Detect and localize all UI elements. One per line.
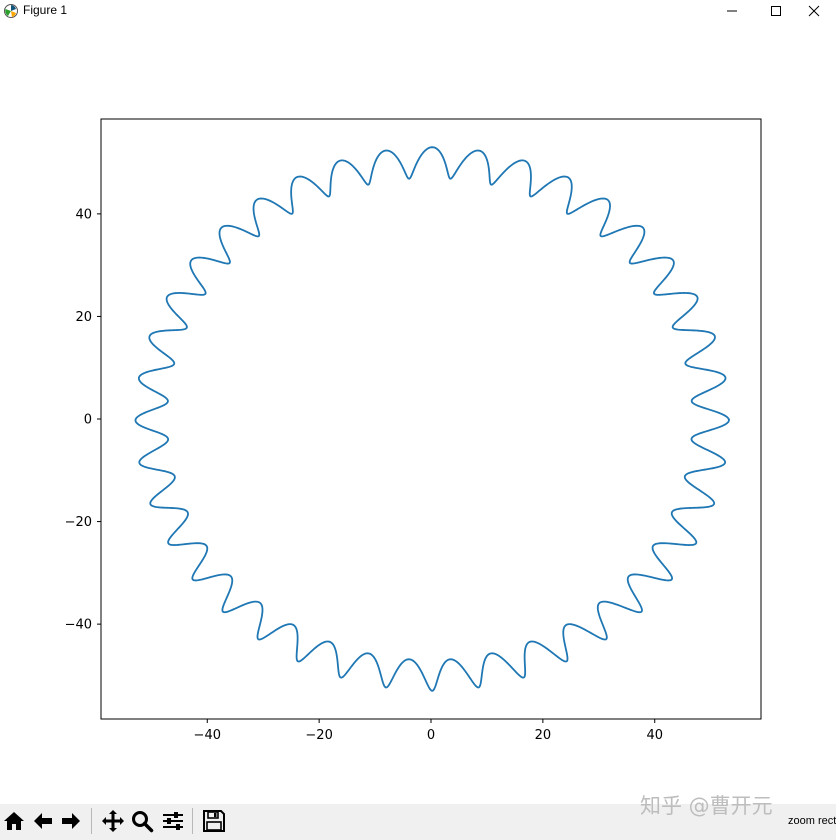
x-tick-label: 40 [646,728,663,743]
matplotlib-icon [4,4,18,18]
figure-canvas: −40 −20 0 20 40 −40 −20 0 20 40 [65,118,762,743]
maximize-icon [771,6,781,16]
x-tick-label: −40 [194,728,221,743]
axes-frame [100,118,762,720]
minimize-button[interactable] [710,0,754,22]
y-tick-label: 20 [75,310,92,325]
save-icon [203,810,225,832]
configure-subplots-icon [163,812,183,830]
toolbar-separator [91,808,92,834]
back-button[interactable] [29,806,57,836]
axes-ticks: −40 −20 0 20 40 −40 −20 0 20 40 [65,207,663,743]
home-icon [4,812,24,830]
configure-subplots-button[interactable] [159,806,187,836]
zoom-icon [132,811,154,833]
save-button[interactable] [200,806,228,836]
x-tick-label: 0 [427,728,435,743]
window-title: Figure 1 [23,3,68,17]
y-tick-label: 40 [75,207,92,222]
close-icon [808,5,820,17]
status-message: zoom rect [788,815,836,827]
toolbar-separator [192,808,193,834]
y-tick-label: −20 [65,515,92,530]
x-tick-label: −20 [305,728,332,743]
minimize-icon [727,10,737,12]
y-tick-label: 0 [84,413,92,428]
y-tick-label: −40 [65,618,92,633]
close-button[interactable] [792,0,836,22]
x-tick-label: 20 [535,728,552,743]
forward-button[interactable] [57,806,85,836]
home-button[interactable] [0,806,28,836]
pan-button[interactable] [99,806,127,836]
zoom-button[interactable] [128,806,156,836]
watermark: 知乎 @曹开元 [640,794,773,818]
forward-icon [62,813,80,829]
back-icon [34,813,52,829]
series-line-0 [134,146,731,692]
pan-icon [102,810,124,832]
window-titlebar: Figure 1 [0,0,836,22]
